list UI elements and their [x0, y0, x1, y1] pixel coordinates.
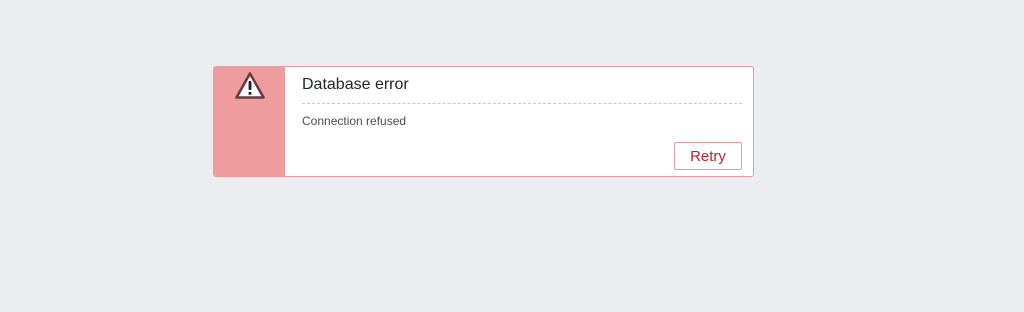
- alert-title: Database error: [302, 76, 409, 93]
- error-alert: Database error Connection refused Retry: [213, 66, 754, 177]
- alert-message: Connection refused: [302, 114, 407, 128]
- alert-body: Database error Connection refused Retry: [285, 67, 753, 176]
- page: Database error Connection refused Retry: [0, 0, 1024, 312]
- retry-button[interactable]: Retry: [674, 142, 742, 170]
- alert-divider: [302, 103, 742, 104]
- alert-icon-panel: [214, 67, 285, 176]
- warning-triangle-icon: [234, 72, 265, 99]
